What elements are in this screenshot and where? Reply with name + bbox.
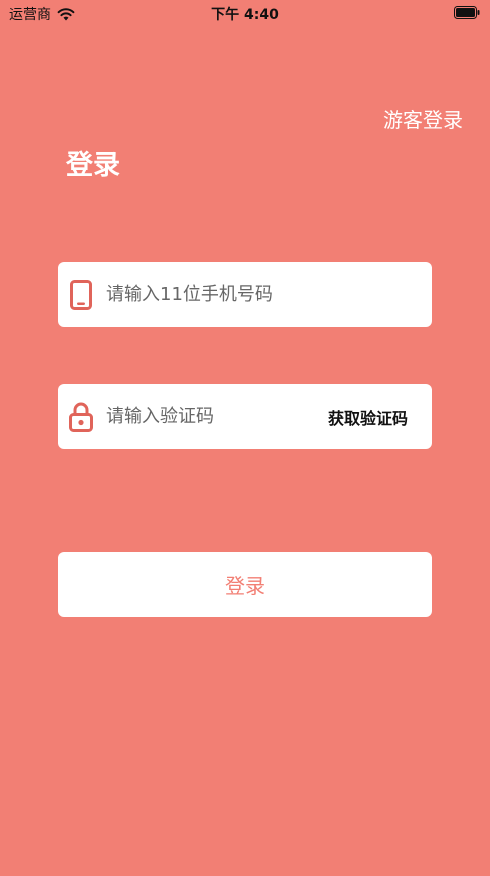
status-time: 下午 4:40	[211, 7, 279, 23]
verification-code-field[interactable]: 获取验证码	[58, 384, 432, 449]
phone-input[interactable]	[104, 283, 432, 306]
get-code-button[interactable]: 获取验证码	[328, 405, 432, 429]
page-title: 登录	[66, 150, 120, 181]
verification-code-input[interactable]	[104, 405, 328, 428]
lock-icon	[68, 402, 94, 432]
phone-field[interactable]	[58, 262, 432, 327]
phone-icon	[68, 279, 94, 310]
guest-login-link[interactable]: 游客登录	[383, 104, 463, 133]
battery-icon	[454, 6, 480, 19]
status-bar: 运营商 下午 4:40	[0, 0, 490, 26]
login-button[interactable]: 登录	[58, 552, 432, 617]
